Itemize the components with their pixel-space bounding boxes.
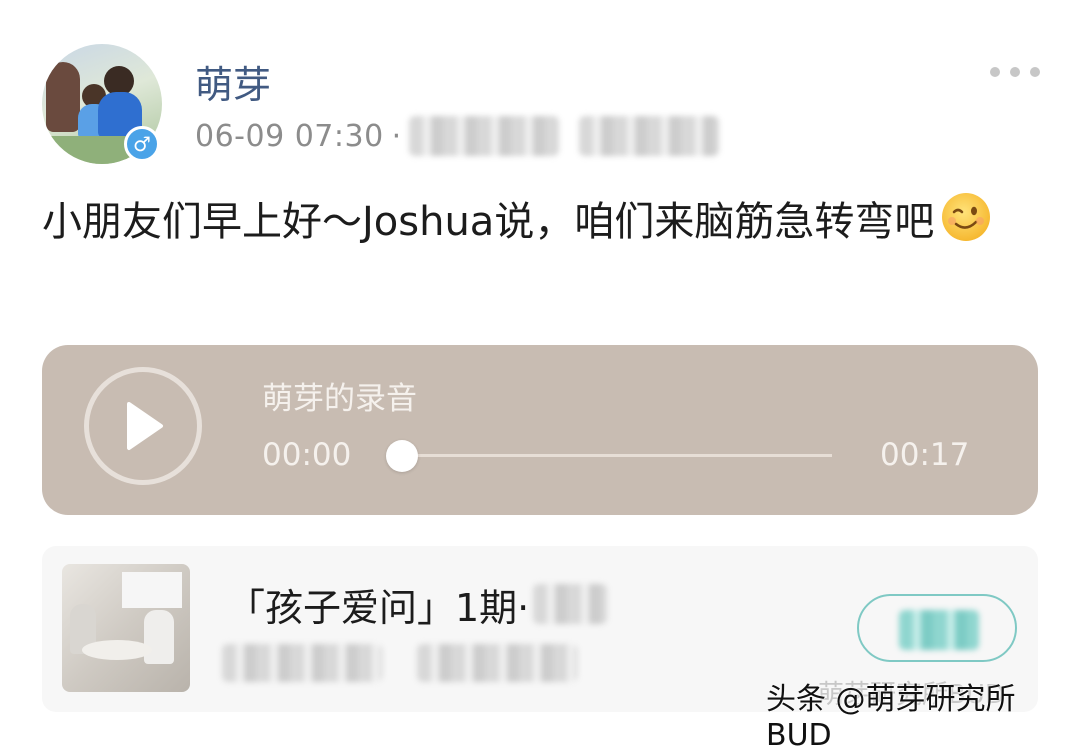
audio-player: 萌芽的录音 00:00 00:17 bbox=[42, 345, 1038, 515]
blurred-button-label bbox=[899, 610, 979, 650]
more-dot bbox=[1030, 67, 1040, 77]
more-dot bbox=[990, 67, 1000, 77]
article-title: 「孩子爱问」1期· bbox=[227, 585, 530, 630]
follow-button[interactable] bbox=[857, 594, 1017, 662]
play-icon bbox=[127, 402, 163, 450]
thumbnail-chair bbox=[144, 610, 174, 664]
post-text: 小朋友们早上好～Joshua说，咱们来脑筋急转弯吧 bbox=[42, 186, 1052, 258]
article-title-row: 「孩子爱问」1期· bbox=[227, 574, 608, 634]
winking-face-icon bbox=[942, 193, 991, 241]
blurred-source bbox=[409, 116, 560, 156]
blurred-subtitle bbox=[417, 644, 577, 682]
audio-title: 萌芽的录音 bbox=[262, 381, 417, 417]
more-dots-icon[interactable] bbox=[990, 62, 1040, 82]
thumbnail-table bbox=[82, 640, 152, 660]
audio-progress-thumb[interactable] bbox=[386, 440, 418, 472]
audio-progress-track[interactable] bbox=[402, 454, 832, 457]
male-icon: ♂ bbox=[124, 126, 160, 162]
article-thumbnail bbox=[62, 564, 190, 692]
avatar-photo-person bbox=[46, 62, 80, 132]
watermark-text: 头条 @萌芽研究所BUD bbox=[766, 681, 1016, 747]
audio-duration: 00:17 bbox=[880, 437, 970, 473]
blurred-location bbox=[579, 116, 720, 156]
blurred-title-suffix bbox=[533, 584, 608, 624]
play-button[interactable] bbox=[84, 367, 202, 485]
post-timestamp: 06-09 07:30 bbox=[195, 118, 384, 154]
audio-current-time: 00:00 bbox=[262, 437, 352, 473]
post-body: 小朋友们早上好～Joshua说，咱们来脑筋急转弯吧 bbox=[42, 199, 935, 245]
watermark: 头条 @萌芽研究所BUD bbox=[766, 682, 1080, 747]
post-meta: 06-09 07:30 · bbox=[195, 116, 720, 156]
blurred-subtitle bbox=[222, 644, 382, 682]
username[interactable]: 萌芽 bbox=[195, 54, 271, 109]
more-dot bbox=[1010, 67, 1020, 77]
thumbnail-window bbox=[122, 572, 182, 608]
meta-separator: · bbox=[391, 118, 402, 154]
